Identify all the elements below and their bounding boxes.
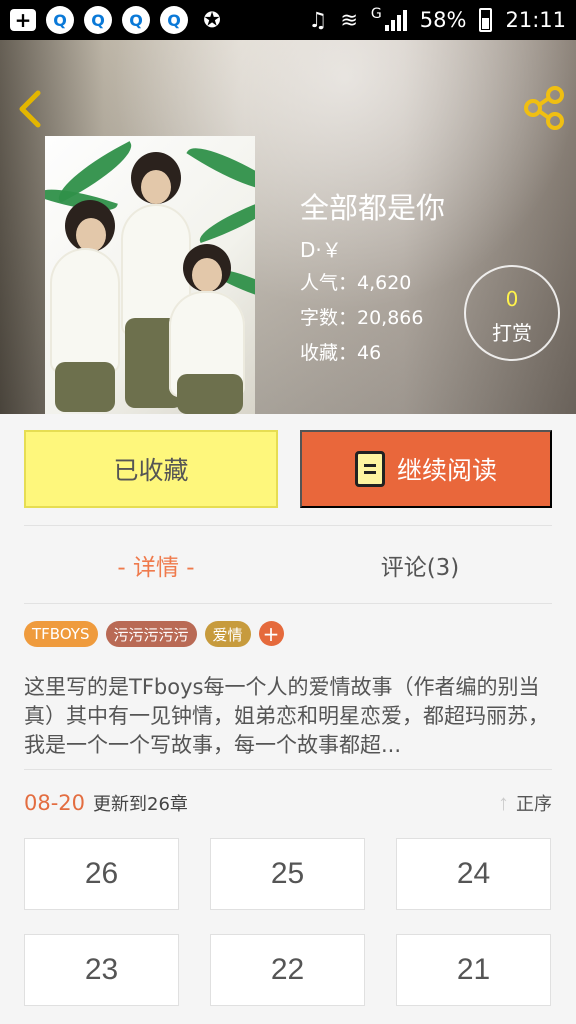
chapter-button[interactable]: 22 (210, 934, 365, 1006)
chapter-update-row: 08-20 更新到26章 ↑ 正序 (24, 786, 552, 820)
chapter-button[interactable]: 23 (24, 934, 179, 1006)
tag-tfboys[interactable]: TFBOYS (24, 621, 98, 647)
tip-button[interactable]: 0 打赏 (464, 265, 560, 361)
chapter-button[interactable]: 24 (396, 838, 551, 910)
up-arrow-icon: ↑ (498, 790, 509, 815)
update-date: 08-20 (24, 791, 86, 815)
qq-icon: Q (46, 6, 74, 34)
tab-detail[interactable]: - 详情 - (24, 526, 288, 604)
book-popularity: 人气：4,620 (300, 272, 412, 294)
add-icon: + (10, 8, 36, 32)
qq-icon: Q (84, 6, 112, 34)
network-label: G (370, 6, 382, 22)
battery-percent: 58% (419, 8, 467, 32)
book-cover (45, 136, 255, 414)
book-description[interactable]: 这里写的是TFboys每一个人的爱情故事（作者编的别当真）其中有一见钟情，姐弟恋… (24, 673, 552, 760)
signal-icon (384, 9, 407, 31)
book-header: 全部都是你 D·￥ 人气：4,620 字数：20,866 收藏：46 0 打赏 (0, 40, 576, 414)
tab-comments[interactable]: 评论(3) (288, 526, 552, 604)
battery-icon (479, 8, 493, 32)
update-text: 更新到26章 (93, 794, 188, 815)
divider (24, 603, 552, 604)
weibo-icon: ✪ (203, 8, 221, 32)
wifi-icon: ≋ (340, 8, 358, 32)
favorite-button[interactable]: 已收藏 (24, 430, 278, 508)
continue-reading-label: 继续阅读 (396, 457, 497, 485)
share-button[interactable] (522, 86, 566, 130)
book-author: D·￥ (300, 238, 342, 262)
detail-tabs: - 详情 - 评论(3) (24, 526, 552, 604)
chapter-button[interactable]: 21 (396, 934, 551, 1006)
chapter-button[interactable]: 26 (24, 838, 179, 910)
back-arrow-icon (19, 90, 41, 128)
tag-wu[interactable]: 污污污污污 (105, 621, 197, 647)
tag-love[interactable]: 爱情 (204, 621, 251, 647)
divider (24, 769, 552, 770)
add-tag-button[interactable]: + (258, 621, 284, 646)
share-icon (524, 86, 564, 130)
time: 21:11 (505, 8, 566, 32)
tip-label: 打赏 (492, 321, 532, 345)
qq-icon: Q (122, 6, 150, 34)
qq-icon: Q (160, 6, 188, 34)
headphone-icon: ♫ (308, 8, 328, 32)
chapter-grid: 26 25 24 23 22 21 (24, 838, 552, 1006)
book-word-count: 字数：20,866 (300, 307, 424, 329)
sort-button[interactable]: ↑ 正序 (498, 790, 552, 816)
continue-reading-button[interactable]: 继续阅读 (300, 430, 552, 508)
book-tags: TFBOYS 污污污污污 爱情 + (24, 621, 284, 647)
book-favorites: 收藏：46 (300, 342, 382, 364)
status-right-icons: ♫ ≋ G 58% 21:11 (308, 6, 566, 32)
book-title: 全部都是你 (300, 191, 446, 225)
book-icon (354, 451, 385, 487)
back-button[interactable] (14, 90, 48, 128)
status-left-icons: + Q Q Q Q ✪ (10, 6, 226, 34)
sort-label: 正序 (516, 794, 552, 814)
book-actions: 已收藏 继续阅读 (24, 430, 552, 508)
status-bar: + Q Q Q Q ✪ ♫ ≋ G 58% 21:11 (0, 0, 576, 40)
tip-count: 0 (505, 287, 519, 311)
chapter-button[interactable]: 25 (210, 838, 365, 910)
